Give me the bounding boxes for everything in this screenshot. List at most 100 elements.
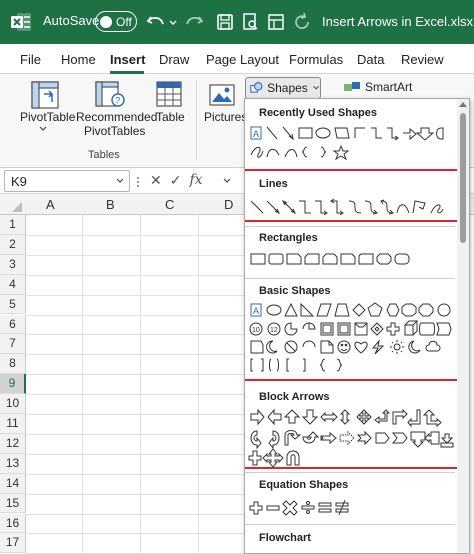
equation-shapes-row bbox=[249, 499, 349, 516]
undo-icon[interactable] bbox=[145, 11, 167, 33]
tab-file[interactable]: File bbox=[20, 52, 41, 67]
excel-logo-icon bbox=[11, 13, 31, 31]
table-icon[interactable] bbox=[155, 80, 183, 108]
tab-formulas[interactable]: Formulas bbox=[289, 52, 343, 67]
name-box-value: K9 bbox=[11, 174, 27, 189]
name-box[interactable]: K9 bbox=[4, 170, 130, 192]
basic-shapes-row-4 bbox=[250, 358, 343, 372]
group-tables-label: Tables bbox=[88, 149, 120, 161]
gridline bbox=[26, 374, 256, 376]
gridline bbox=[26, 294, 256, 296]
table-label[interactable]: Table bbox=[156, 110, 185, 124]
gridline bbox=[26, 234, 256, 236]
refresh-icon[interactable] bbox=[291, 11, 313, 33]
rectangles-row bbox=[250, 253, 410, 265]
smartart-label: SmartArt bbox=[365, 80, 413, 94]
row-header-13[interactable]: 13 bbox=[0, 453, 26, 474]
smartart-icon bbox=[344, 82, 360, 91]
cancel-icon[interactable]: ✕ bbox=[150, 172, 162, 189]
row-header-4[interactable]: 4 bbox=[0, 274, 26, 295]
chevron-down-icon[interactable] bbox=[38, 125, 48, 133]
row-header-10[interactable]: 10 bbox=[0, 394, 26, 414]
gallery-scrollbar[interactable] bbox=[457, 99, 469, 553]
tab-data[interactable]: Data bbox=[357, 52, 384, 67]
select-all-icon[interactable] bbox=[12, 202, 22, 212]
gridline bbox=[26, 473, 256, 475]
chevron-down-icon[interactable] bbox=[168, 11, 178, 33]
gridline bbox=[26, 254, 256, 256]
row-header-7[interactable]: 7 bbox=[0, 334, 26, 355]
tab-draw[interactable]: Draw bbox=[159, 52, 189, 67]
redo-icon[interactable] bbox=[183, 11, 205, 33]
column-header-c[interactable]: C bbox=[165, 197, 174, 212]
row-header-5[interactable]: 5 bbox=[0, 294, 26, 315]
print-preview-icon[interactable] bbox=[240, 11, 260, 33]
form-icon[interactable] bbox=[266, 11, 286, 33]
recommended-label[interactable]: Recommended bbox=[76, 110, 157, 124]
save-icon[interactable] bbox=[215, 11, 235, 33]
tab-review[interactable]: Review bbox=[401, 52, 444, 67]
shapes-button[interactable]: Shapes bbox=[245, 77, 321, 99]
row-header-17[interactable]: 17 bbox=[0, 533, 26, 554]
shapes-gallery[interactable]: Recently Used Shapes Lines Rectangles Ba… bbox=[244, 98, 470, 554]
recommended-pivottables-icon[interactable]: ? bbox=[94, 80, 126, 110]
formula-actions: ✕ ✓ fx bbox=[150, 172, 203, 189]
insert-function-icon[interactable]: fx bbox=[189, 172, 202, 189]
svg-text:A: A bbox=[253, 129, 259, 139]
column-header-b[interactable]: B bbox=[106, 197, 115, 212]
row-header-15[interactable]: 15 bbox=[0, 493, 26, 514]
highlight-block-arrows bbox=[245, 379, 459, 469]
basic-shapes-row-1: A bbox=[250, 302, 451, 317]
title-bar: AutoSave Off Insert Arrows in Excel.xlsx bbox=[0, 0, 474, 44]
autosave-toggle[interactable]: Off bbox=[95, 11, 137, 32]
chevron-down-icon bbox=[313, 86, 319, 90]
gridline bbox=[140, 215, 141, 554]
row-header-14[interactable]: 14 bbox=[0, 473, 26, 494]
shape-icons[interactable]: A A 10 12 bbox=[245, 99, 459, 554]
chevron-down-icon[interactable] bbox=[222, 177, 232, 185]
column-header-d[interactable]: D bbox=[224, 197, 233, 212]
svg-text:A: A bbox=[253, 306, 259, 316]
scroll-up-icon[interactable] bbox=[459, 102, 467, 107]
pictures-label[interactable]: Pictures bbox=[204, 110, 247, 124]
row-header-2[interactable]: 2 bbox=[0, 234, 26, 255]
more-icon[interactable] bbox=[136, 175, 140, 189]
gridline bbox=[82, 215, 83, 554]
gridline bbox=[26, 493, 256, 495]
smartart-button[interactable]: SmartArt bbox=[343, 80, 412, 94]
pictures-icon[interactable] bbox=[208, 82, 236, 108]
row-header-9[interactable]: 9 bbox=[0, 374, 26, 395]
row-header-12[interactable]: 12 bbox=[0, 433, 26, 454]
recommended-label-2[interactable]: PivotTables bbox=[84, 124, 145, 138]
row-header-16[interactable]: 16 bbox=[0, 513, 26, 534]
gridline bbox=[26, 354, 256, 356]
autosave-label: AutoSave bbox=[43, 13, 100, 28]
row-header-6[interactable]: 6 bbox=[0, 314, 26, 335]
column-header-a[interactable]: A bbox=[46, 197, 55, 212]
tab-insert[interactable]: Insert bbox=[110, 52, 145, 67]
chevron-down-icon[interactable] bbox=[115, 177, 125, 185]
row-header-3[interactable]: 3 bbox=[0, 254, 26, 275]
row-header-8[interactable]: 8 bbox=[0, 354, 26, 375]
row-header-1[interactable]: 1 bbox=[0, 215, 26, 235]
ribbon-separator bbox=[196, 80, 197, 160]
document-title: Insert Arrows in Excel.xlsx bbox=[322, 14, 473, 29]
scroll-thumb[interactable] bbox=[460, 113, 466, 243]
gridline bbox=[26, 433, 256, 435]
recent-shapes-row-2 bbox=[250, 144, 350, 161]
row-header-11[interactable]: 11 bbox=[0, 414, 26, 434]
gridline bbox=[26, 394, 256, 396]
autosave-state: Off bbox=[116, 14, 132, 29]
pivottable-label[interactable]: PivotTable bbox=[20, 110, 75, 124]
svg-text:10: 10 bbox=[252, 327, 260, 334]
highlight-lines bbox=[245, 169, 459, 222]
recent-shapes-row-1: A bbox=[250, 126, 444, 141]
tab-page-layout[interactable]: Page Layout bbox=[206, 52, 279, 67]
tab-home[interactable]: Home bbox=[61, 52, 96, 67]
pivottable-icon[interactable] bbox=[30, 80, 60, 110]
gridline bbox=[26, 533, 256, 535]
gridline bbox=[26, 274, 256, 276]
gridline bbox=[26, 453, 256, 455]
svg-text:?: ? bbox=[115, 96, 120, 106]
enter-icon[interactable]: ✓ bbox=[170, 172, 182, 189]
